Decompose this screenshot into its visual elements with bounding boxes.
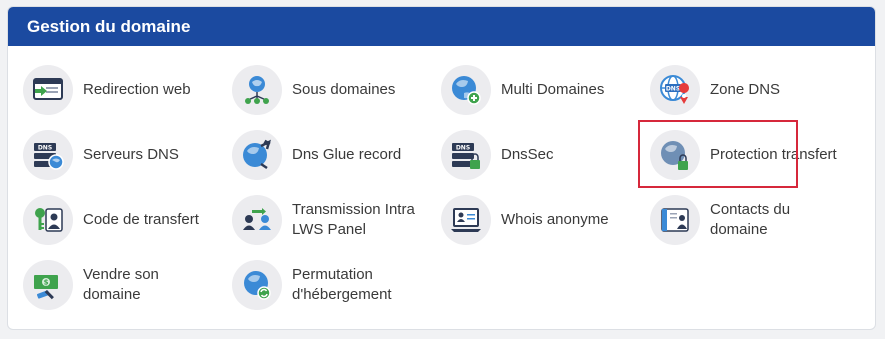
item-label: Serveurs DNS xyxy=(83,146,179,163)
dns-servers-item[interactable]: DNS Serveurs DNS xyxy=(23,128,228,182)
item-label: Sous domaines xyxy=(292,81,396,98)
item-label: Permutation d'hébergement xyxy=(292,266,392,303)
transfer-protection-item[interactable]: Protection transfert xyxy=(650,128,855,182)
item-label: DnsSec xyxy=(501,146,554,163)
domain-management-panel: Gestion du domaine Redirection web Sous … xyxy=(7,6,876,330)
transfer-code-icon xyxy=(23,195,73,245)
item-label: Vendre son domaine xyxy=(83,266,159,303)
item-label: Code de transfert xyxy=(83,211,199,228)
dnssec-item[interactable]: DNS DnsSec xyxy=(441,128,646,182)
subdomain-icon xyxy=(232,65,282,115)
redirect-web-item[interactable]: Redirection web xyxy=(23,63,228,117)
glue-record-icon xyxy=(232,130,282,180)
transfer-protection-icon xyxy=(650,130,700,180)
svg-text:DNS: DNS xyxy=(38,145,52,152)
dns-zone-item[interactable]: DNS Zone DNS xyxy=(650,63,855,117)
svg-text:DNS: DNS xyxy=(456,145,470,152)
transmission-item[interactable]: Transmission Intra LWS Panel xyxy=(232,193,437,247)
item-label: Contacts du domaine xyxy=(710,201,791,238)
item-label: Multi Domaines xyxy=(501,81,605,98)
multi-domain-icon xyxy=(441,65,491,115)
domain-contacts-item[interactable]: Contacts du domaine xyxy=(650,193,855,247)
transfer-code-item[interactable]: Code de transfert xyxy=(23,193,228,247)
item-label: Protection transfert xyxy=(710,146,837,163)
item-label: Zone DNS xyxy=(710,81,781,98)
sell-domain-icon: $ xyxy=(23,260,73,310)
hosting-swap-icon xyxy=(232,260,282,310)
transmission-icon xyxy=(232,195,282,245)
whois-icon xyxy=(441,195,491,245)
dns-glue-record-item[interactable]: Dns Glue record xyxy=(232,128,437,182)
whois-anonymous-item[interactable]: Whois anonyme xyxy=(441,193,646,247)
item-label: Dns Glue record xyxy=(292,146,402,163)
dnssec-icon: DNS xyxy=(441,130,491,180)
hosting-swap-item[interactable]: Permutation d'hébergement xyxy=(232,258,437,312)
item-label: Redirection web xyxy=(83,81,191,98)
item-label: Whois anonyme xyxy=(501,211,609,228)
redirect-icon xyxy=(23,65,73,115)
subdomains-item[interactable]: Sous domaines xyxy=(232,63,437,117)
contacts-icon xyxy=(650,195,700,245)
multi-domains-item[interactable]: Multi Domaines xyxy=(441,63,646,117)
item-label: Transmission Intra LWS Panel xyxy=(292,201,415,238)
panel-title: Gestion du domaine xyxy=(8,7,875,46)
dns-zone-icon: DNS xyxy=(650,65,700,115)
svg-text:DNS: DNS xyxy=(666,86,680,93)
dns-server-icon: DNS xyxy=(23,130,73,180)
sell-domain-item[interactable]: $ Vendre son domaine xyxy=(23,258,228,312)
svg-text:$: $ xyxy=(44,279,49,287)
